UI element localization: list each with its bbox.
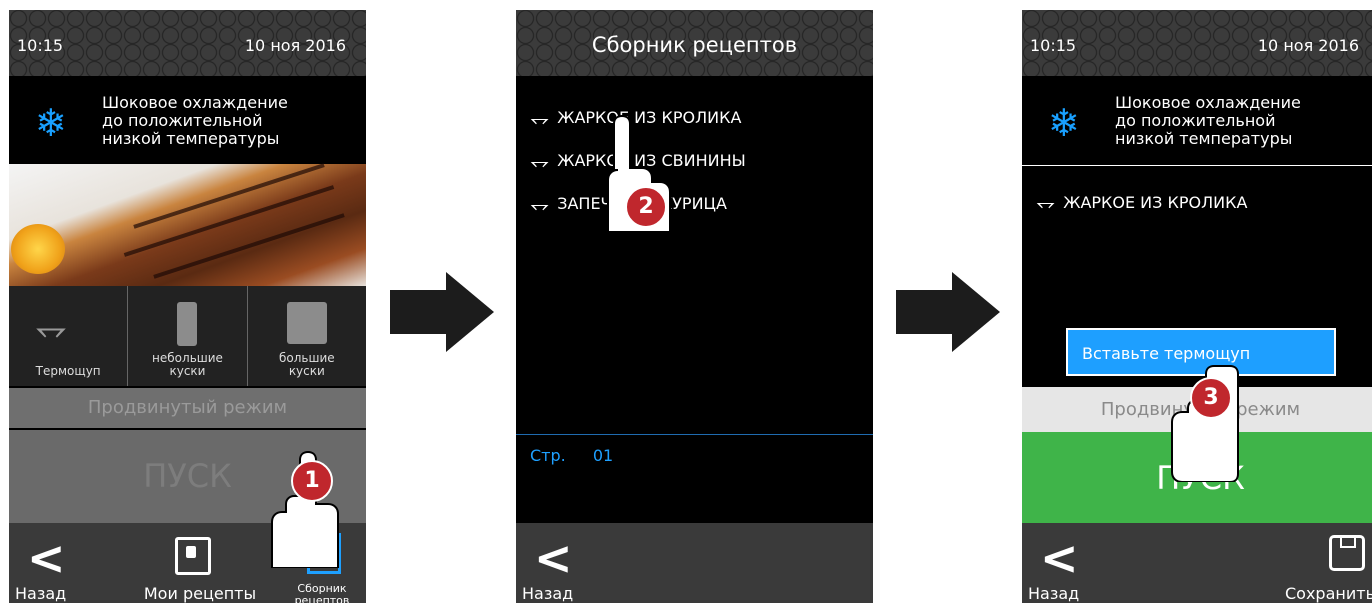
large-pieces-icon <box>286 302 327 344</box>
pagination: Стр. 01 <box>530 446 635 465</box>
chevron-left-icon: < <box>534 531 573 585</box>
probe-icon: ⥐ <box>35 304 67 350</box>
back-label: Назад <box>15 584 67 603</box>
recipe-name: ЖАРКОЕ ИЗ КРОЛИКА <box>1063 192 1248 212</box>
recipe-book-label: Сборник рецептов <box>294 582 350 603</box>
chevron-left-icon: < <box>1040 531 1079 585</box>
status-bar: 10:15 10 ноя 2016 <box>9 10 366 76</box>
save-label: Сохранить <box>1285 584 1372 603</box>
mode-header: ❄ Шоковое охлаждение до положительной ни… <box>9 76 366 164</box>
bottom-nav: < Назад Сохранить <box>1022 523 1372 603</box>
mode-line: Шоковое охлаждение <box>102 93 288 112</box>
mode-line: низкой температуры <box>102 129 280 148</box>
food-photo <box>9 163 366 286</box>
option-probe[interactable]: ⥐ Термощуп <box>9 286 129 386</box>
option-large-pieces[interactable]: большие куски <box>248 286 366 386</box>
divider <box>1022 165 1372 166</box>
page-number: 01 <box>592 446 614 465</box>
right-arrow-icon <box>896 272 1000 352</box>
probe-icon: ⥐ <box>1036 188 1056 216</box>
probe-icon: ⥐ <box>530 189 550 218</box>
back-label: Назад <box>1028 584 1080 603</box>
chevron-left-icon: < <box>27 531 66 585</box>
page-title: Сборник рецептов <box>591 33 798 57</box>
back-button[interactable]: < Назад <box>15 523 85 603</box>
mode-description: Шоковое охлаждение до положительной низк… <box>1115 94 1301 148</box>
user-card-icon <box>175 537 211 575</box>
cooling-options: ⥐ Термощуп небольшие куски большие куски <box>9 286 366 386</box>
mode-line: до положительной <box>102 111 263 130</box>
option-label: Термощуп <box>35 364 101 378</box>
my-recipes-button[interactable]: Мои рецепты <box>135 523 265 603</box>
snowflake-icon: ❄ <box>1048 101 1080 145</box>
clock-time: 10:15 <box>17 36 64 55</box>
page-label: Стр. <box>530 446 566 465</box>
snowflake-icon: ❄ <box>35 101 67 145</box>
my-recipes-label: Мои рецепты <box>143 584 257 603</box>
probe-icon: ⥐ <box>530 146 550 175</box>
mode-description: Шоковое охлаждение до положительной низк… <box>102 94 288 148</box>
option-label: небольшие куски <box>152 351 223 378</box>
option-small-pieces[interactable]: небольшие куски <box>128 286 248 386</box>
advanced-mode-button[interactable]: Продвинутый режим <box>9 388 366 428</box>
bottom-nav: < Назад <box>516 523 873 603</box>
screen-2-panel: Сборник рецептов ⥐ ЖАРКОЕ ИЗ КРОЛИКА ⥐ Ж… <box>516 10 873 603</box>
step-badge: 3 <box>1190 377 1232 419</box>
step-badge: 1 <box>291 460 333 502</box>
divider <box>516 434 873 435</box>
status-bar: 10:15 10 ноя 2016 <box>1022 10 1372 76</box>
right-arrow-icon <box>390 272 494 352</box>
mode-header: ❄ Шоковое охлаждение до положительной ни… <box>1022 76 1372 164</box>
mode-line: Шоковое охлаждение <box>1115 93 1301 112</box>
option-label: большие куски <box>278 351 335 378</box>
save-button[interactable]: Сохранить <box>1285 523 1372 603</box>
step-badge: 2 <box>625 186 667 228</box>
selected-recipe[interactable]: ⥐ ЖАРКОЕ ИЗ КРОЛИКА <box>1036 188 1247 216</box>
mode-line: до положительной <box>1115 111 1276 130</box>
clock-date: 10 ноя 2016 <box>1257 36 1359 55</box>
back-label: Назад <box>522 584 574 603</box>
clock-time: 10:15 <box>1030 36 1077 55</box>
mode-line: низкой температуры <box>1115 129 1293 148</box>
floppy-disk-icon <box>1329 535 1365 571</box>
clock-date: 10 ноя 2016 <box>244 36 346 55</box>
screen-3-panel: 10:15 10 ноя 2016 ❄ Шоковое охлаждение д… <box>1022 10 1372 603</box>
title-bar: Сборник рецептов <box>516 10 873 76</box>
back-button[interactable]: < Назад <box>522 523 592 603</box>
back-button[interactable]: < Назад <box>1028 523 1098 603</box>
probe-icon: ⥐ <box>530 103 550 132</box>
small-pieces-icon <box>177 302 198 346</box>
